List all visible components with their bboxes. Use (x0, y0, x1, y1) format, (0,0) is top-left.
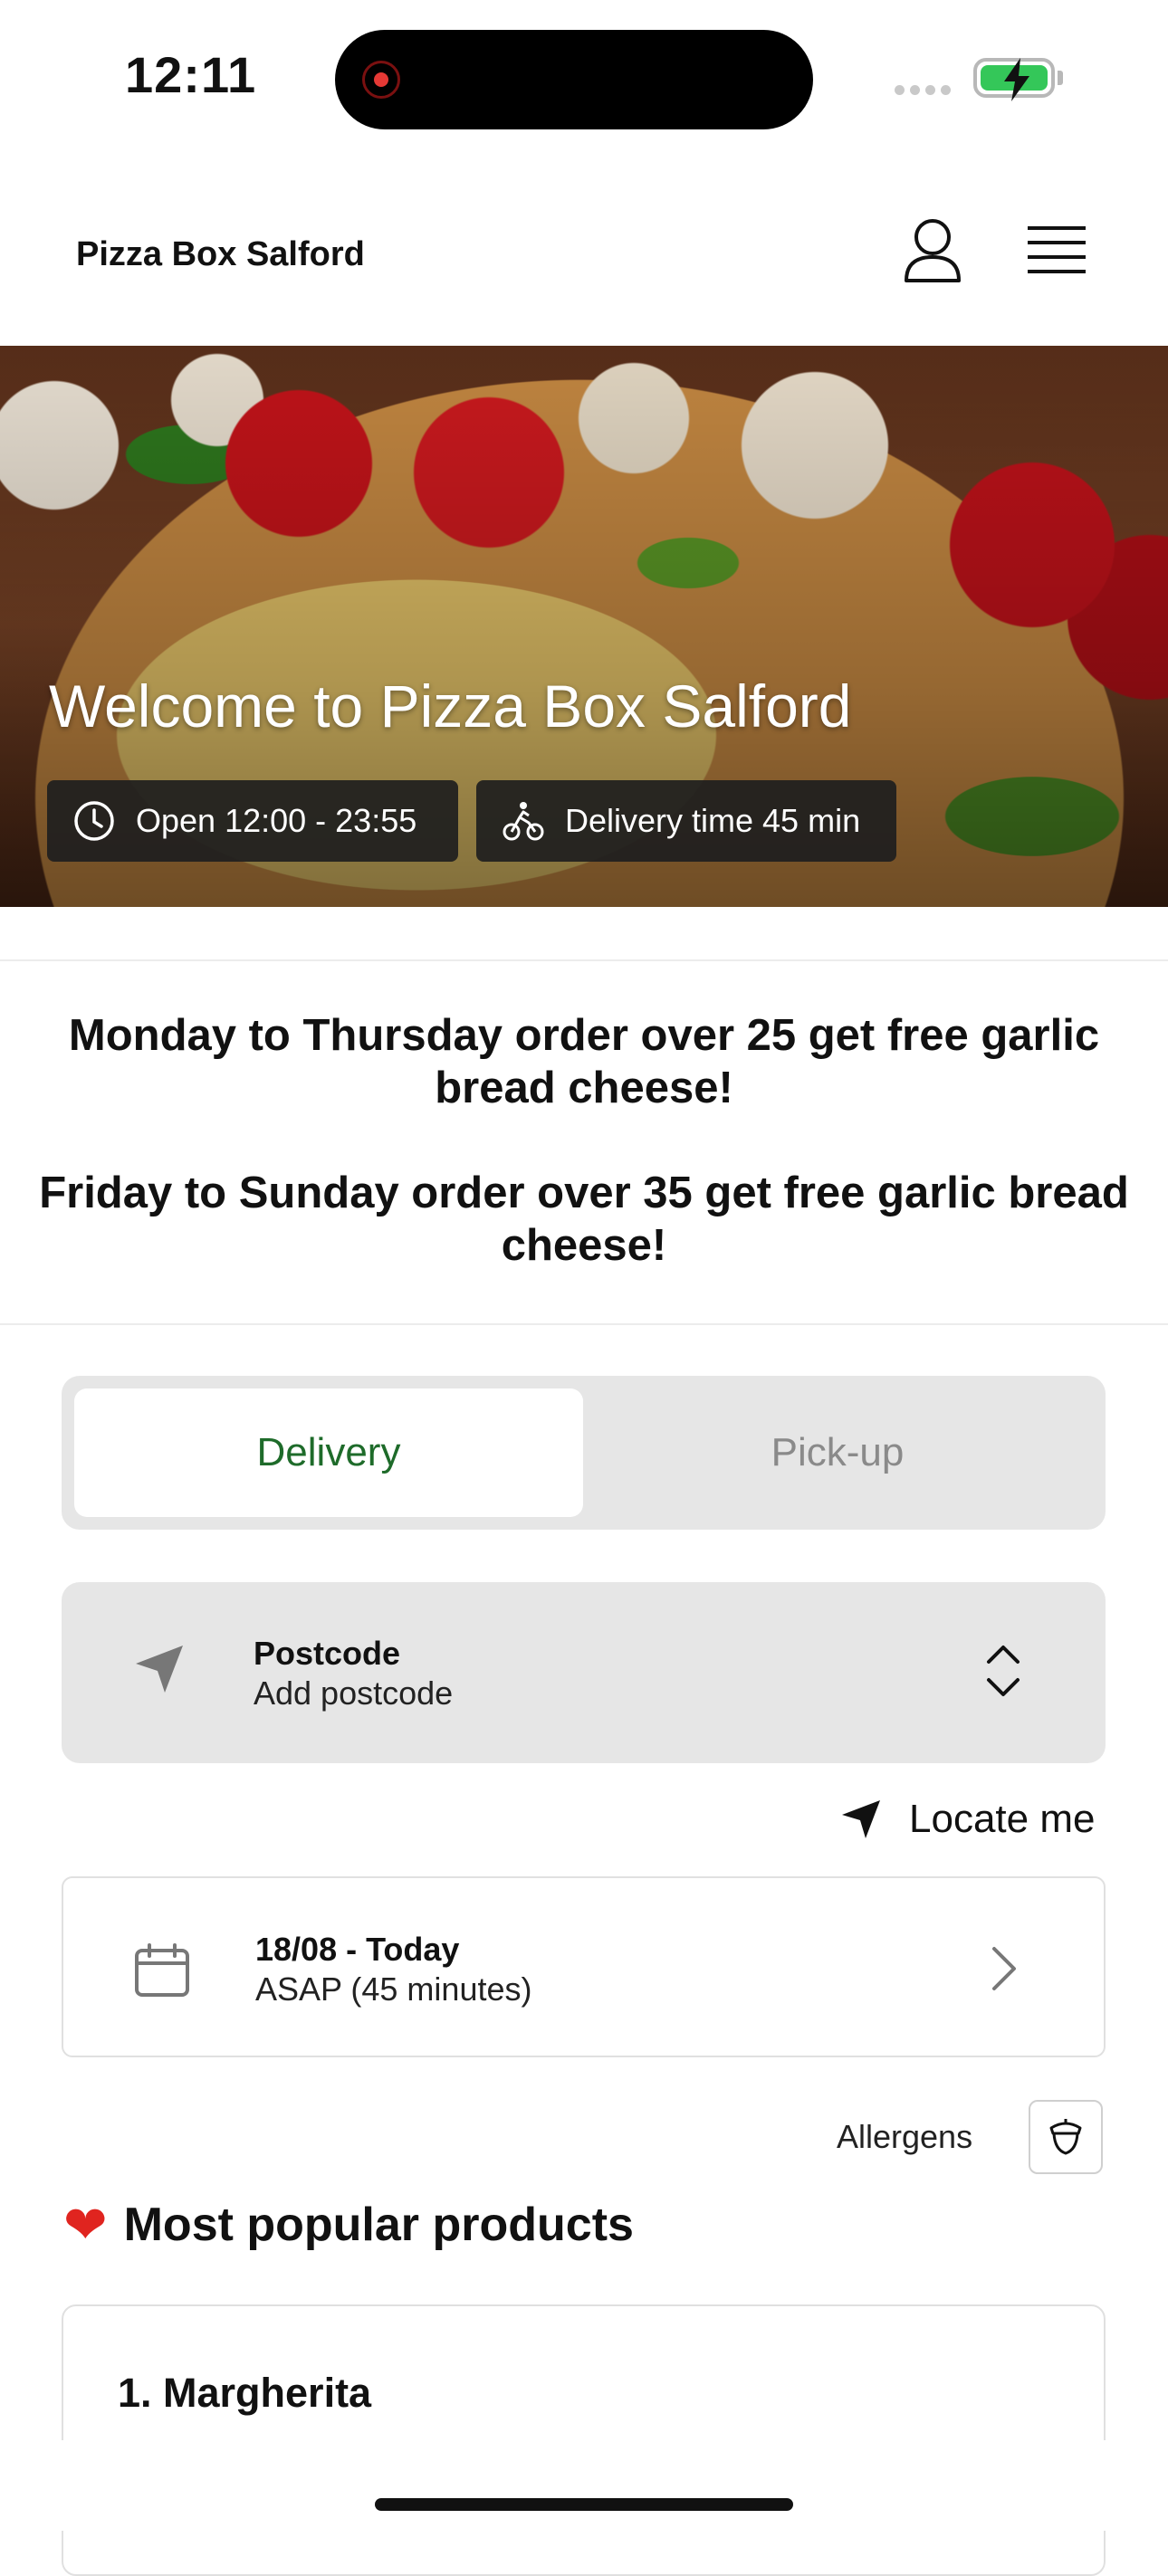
delivery-tab[interactable]: Delivery (74, 1388, 583, 1517)
allergens-label[interactable]: Allergens (837, 2118, 972, 2156)
locate-me-label: Locate me (909, 1797, 1096, 1841)
menu-icon (1028, 226, 1086, 273)
bottom-area (0, 2440, 1168, 2531)
signal-icon (895, 83, 956, 100)
delivery-time-badge: Delivery time 45 min (476, 780, 896, 862)
promo-weekday: Monday to Thursday order over 25 get fre… (68, 1011, 1100, 1112)
battery-cap (1058, 71, 1063, 85)
status-bar: 12:11 (0, 0, 1168, 154)
product-name: 1. Margherita (118, 2370, 372, 2416)
time-value: ASAP (45 minutes) (255, 1970, 532, 2008)
promo-weekend: Friday to Sunday order over 35 get free … (39, 1169, 1129, 1270)
calendar-icon (135, 1943, 189, 1997)
postcode-selector[interactable]: Postcode Add postcode (62, 1582, 1106, 1763)
status-time: 12:11 (125, 46, 257, 103)
allergens-button[interactable] (1029, 2100, 1103, 2174)
opening-hours-text: Open 12:00 - 23:55 (136, 802, 417, 839)
order-mode-toggle: Delivery Pick-up (62, 1376, 1106, 1530)
pickup-tab[interactable]: Pick-up (583, 1388, 1092, 1517)
divider (0, 959, 1168, 961)
delivery-time-text: Delivery time 45 min (565, 802, 861, 839)
recording-icon (362, 61, 400, 99)
most-popular-title: Most popular products (123, 2199, 634, 2251)
most-popular-heading: ❤ Most popular products (63, 2194, 634, 2256)
dynamic-island (335, 30, 813, 129)
chevron-up-down-icon (987, 1646, 1020, 1696)
hero-title: Welcome to Pizza Box Salford (49, 673, 852, 739)
bike-courier-icon (503, 802, 544, 841)
postcode-value: Add postcode (254, 1674, 454, 1712)
acorn-icon (1049, 2119, 1082, 2155)
chevron-right-icon (992, 1947, 1016, 1990)
delivery-time-selector[interactable]: 18/08 - Today ASAP (45 minutes) (62, 1876, 1106, 2057)
user-icon (905, 219, 961, 282)
brand-name[interactable]: Pizza Box Salford (76, 235, 365, 274)
menu-button[interactable] (1028, 224, 1086, 275)
account-button[interactable] (901, 217, 964, 286)
location-arrow-icon (136, 1646, 183, 1693)
locate-me-button[interactable]: Locate me (840, 1792, 1095, 1846)
heart-icon: ❤ (63, 2194, 108, 2256)
header: Pizza Box Salford (0, 154, 1168, 346)
home-indicator[interactable] (375, 2498, 793, 2511)
hero-banner: Welcome to Pizza Box Salford Open 12:00 … (0, 346, 1168, 907)
divider (0, 1323, 1168, 1325)
postcode-label: Postcode (254, 1635, 401, 1672)
date-label: 18/08 - Today (255, 1931, 460, 1968)
navigation-arrow-icon (842, 1800, 880, 1838)
clock-icon (74, 801, 114, 841)
battery-icon (973, 58, 1055, 101)
opening-hours-badge: Open 12:00 - 23:55 (47, 780, 458, 862)
